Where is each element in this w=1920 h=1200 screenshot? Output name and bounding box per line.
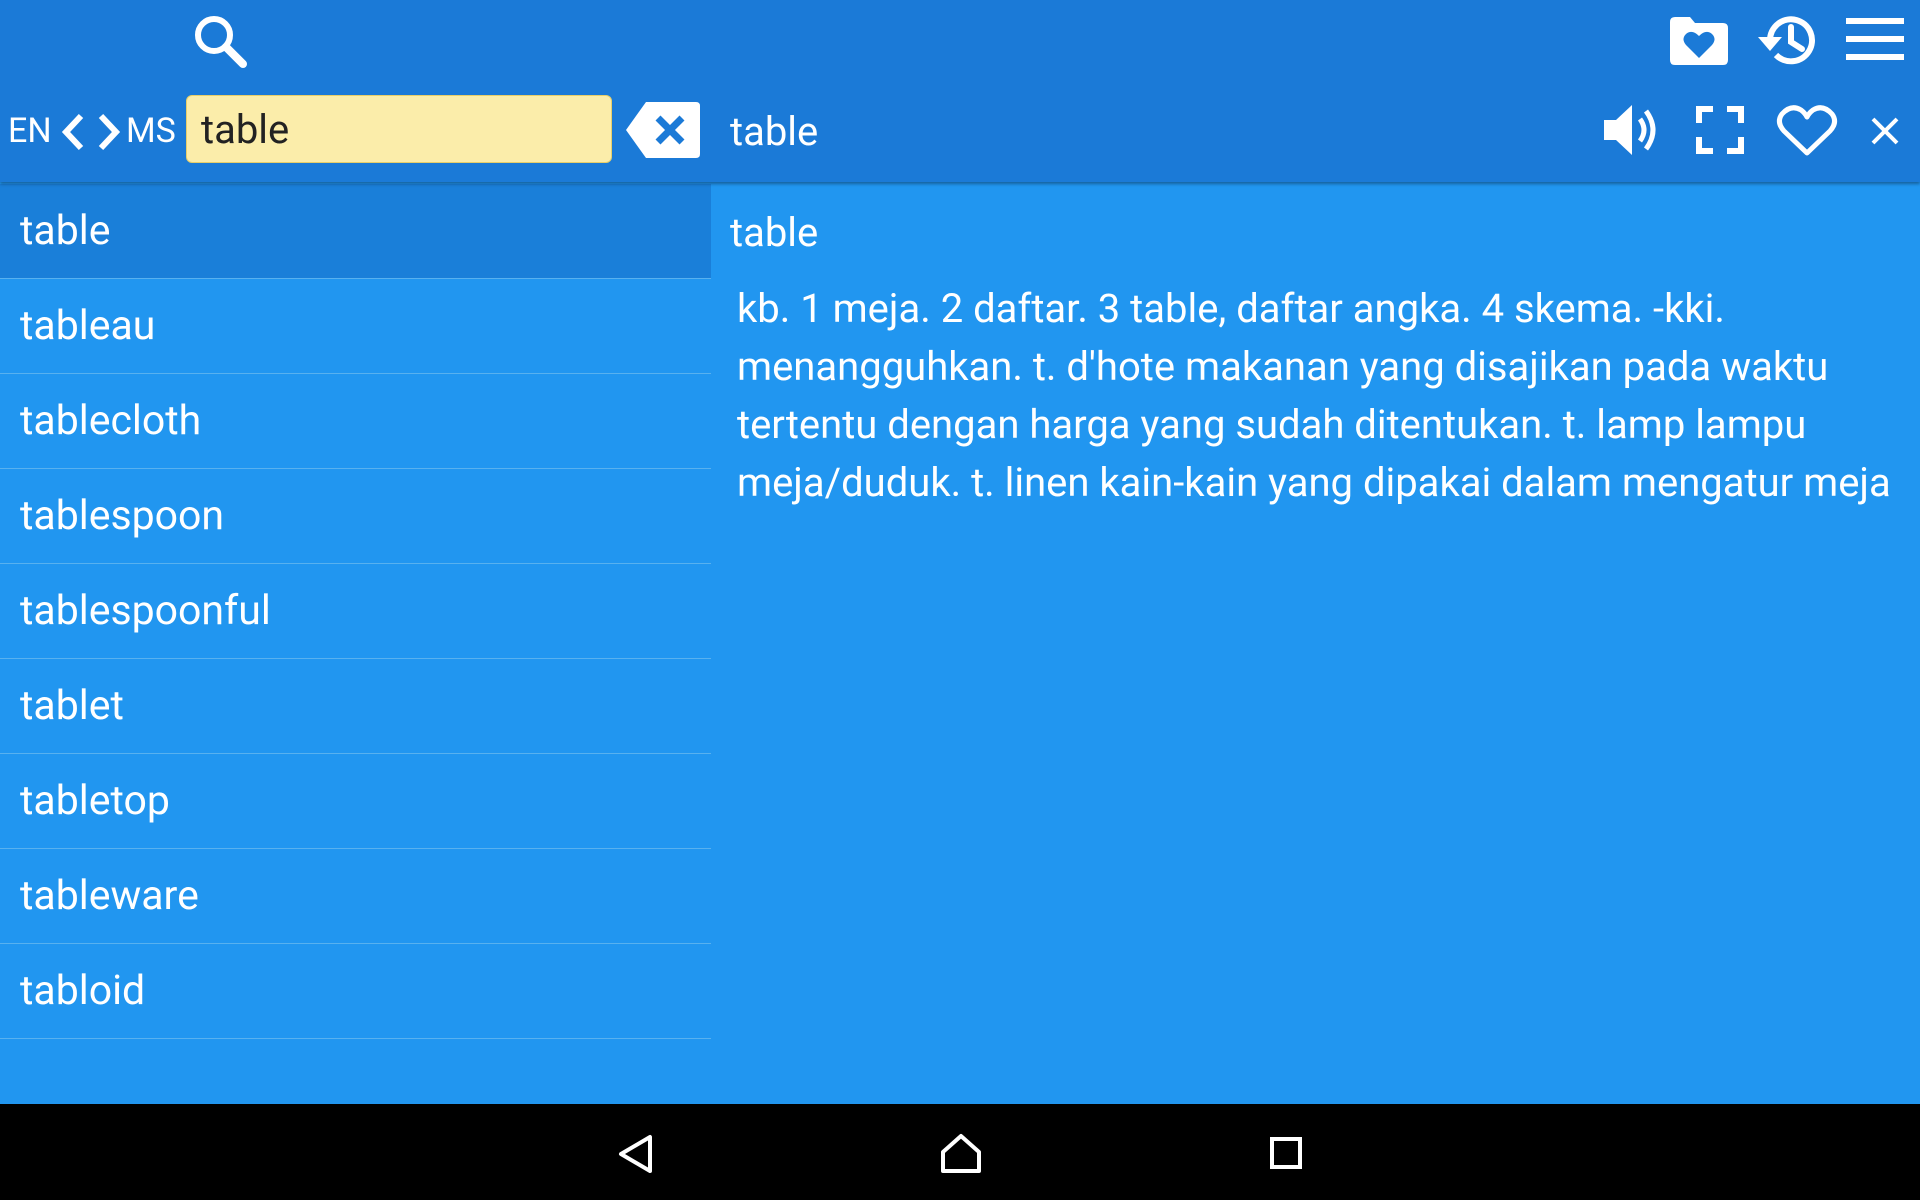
close-icon[interactable] xyxy=(1870,116,1900,146)
list-item[interactable]: tablet xyxy=(0,659,711,754)
search-icon[interactable] xyxy=(191,12,249,70)
chevron-right-icon[interactable] xyxy=(96,112,122,152)
top-toolbar: EN MS table xyxy=(0,0,1920,182)
search-input[interactable] xyxy=(187,96,611,162)
system-navigation-bar xyxy=(0,1104,1920,1200)
list-item[interactable]: tablecloth xyxy=(0,374,711,469)
history-icon[interactable] xyxy=(1756,10,1820,70)
chevron-left-icon[interactable] xyxy=(60,112,86,152)
list-item[interactable]: table xyxy=(0,184,711,279)
list-item[interactable]: tabletop xyxy=(0,754,711,849)
entry-title: table xyxy=(730,209,819,256)
backspace-clear-icon[interactable] xyxy=(626,102,700,158)
entry-definition: kb. 1 meja. 2 daftar. 3 table, daftar an… xyxy=(737,285,1891,506)
speaker-icon[interactable] xyxy=(1602,102,1662,158)
favorites-folder-icon[interactable] xyxy=(1668,14,1730,66)
target-language[interactable]: MS xyxy=(126,107,176,155)
heart-icon[interactable] xyxy=(1776,104,1838,158)
list-item[interactable]: tableau xyxy=(0,279,711,374)
recents-icon[interactable] xyxy=(1269,1136,1303,1170)
list-item[interactable]: tablespoonful xyxy=(0,564,711,659)
fullscreen-icon[interactable] xyxy=(1696,106,1744,154)
home-icon[interactable] xyxy=(939,1132,983,1174)
search-box xyxy=(186,95,612,163)
menu-icon[interactable] xyxy=(1846,18,1904,60)
list-item[interactable]: tableware xyxy=(0,849,711,944)
list-item[interactable]: tablespoon xyxy=(0,469,711,564)
source-language[interactable]: EN xyxy=(8,107,52,155)
word-list: table tableau tablecloth tablespoon tabl… xyxy=(0,184,711,1039)
list-item[interactable]: tabloid xyxy=(0,944,711,1039)
back-icon[interactable] xyxy=(617,1134,653,1174)
entry-headword: table xyxy=(730,108,819,155)
